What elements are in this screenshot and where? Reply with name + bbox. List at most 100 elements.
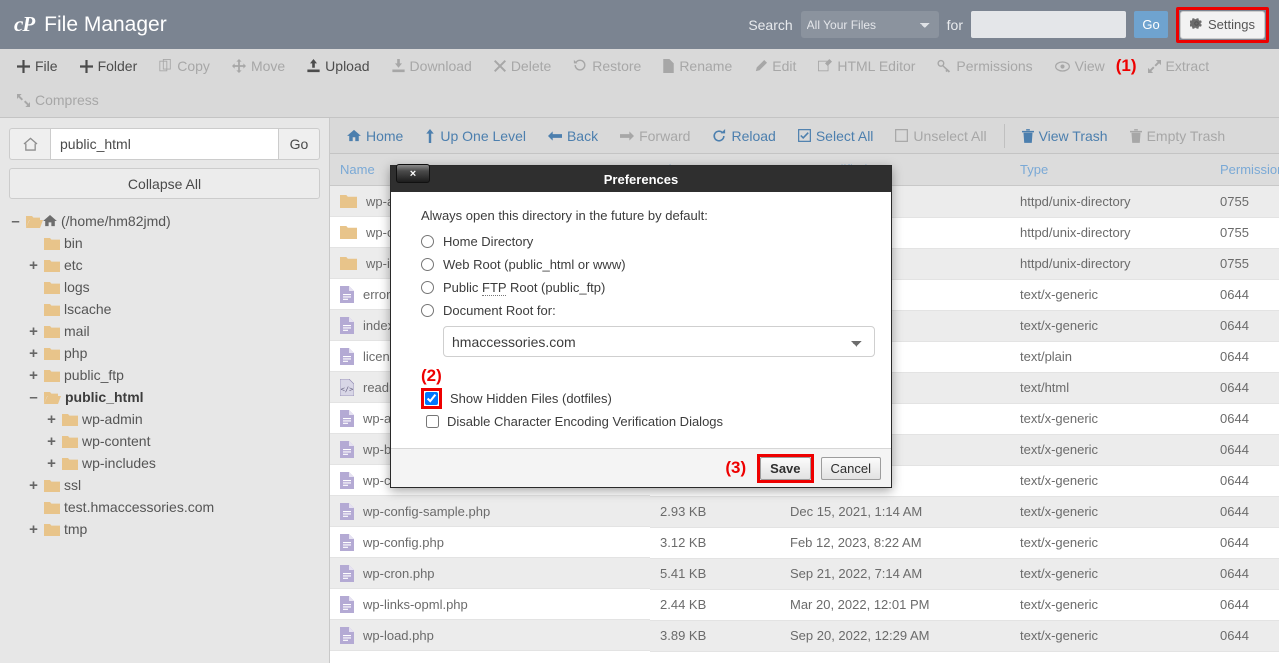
tree-node-label: ssl <box>64 477 82 493</box>
restore-button[interactable]: Restore <box>562 53 652 79</box>
radio-web-root[interactable]: Web Root (public_html or www) <box>421 257 861 272</box>
new-folder-button[interactable]: Folder <box>69 53 149 79</box>
file-permissions-cell: 0644 <box>1210 372 1279 404</box>
document-root-select[interactable]: hmaccessories.com <box>443 326 875 357</box>
checkbox-show-hidden-files[interactable]: Show Hidden Files (dotfiles) <box>421 388 861 409</box>
file-name-cell[interactable]: wp-config.php <box>330 527 650 558</box>
gear-icon <box>1189 17 1203 33</box>
search-go-button[interactable]: Go <box>1134 11 1169 38</box>
path-go-button[interactable]: Go <box>278 128 320 160</box>
expand-icon[interactable]: + <box>45 412 58 427</box>
expand-icon[interactable]: + <box>27 258 40 273</box>
table-row[interactable]: wp-config.php 3.12 KB Feb 12, 2023, 8:22 A… <box>330 527 1279 559</box>
new-file-button[interactable]: File <box>6 53 69 79</box>
nav-view-trash-button[interactable]: View Trash <box>1011 123 1119 149</box>
file-permissions-cell: 0755 <box>1210 248 1279 280</box>
nav-unselect-all-button[interactable]: Unselect All <box>884 123 997 149</box>
html-editor-button[interactable]: HTML Editor <box>807 53 926 79</box>
nav-empty-trash-button[interactable]: Empty Trash <box>1119 123 1237 149</box>
radio-public-ftp-root[interactable]: Public FTP Root (public_ftp) <box>421 280 861 296</box>
table-row[interactable]: wp-cron.php 5.41 KB Sep 21, 2022, 7:14 AM t… <box>330 558 1279 590</box>
file-size-cell: 5.41 KB <box>650 558 780 590</box>
nav-reload-button[interactable]: Reload <box>701 123 786 149</box>
expand-icon[interactable]: + <box>27 324 40 339</box>
file-name-cell[interactable]: wp-config-sample.php <box>330 496 650 527</box>
path-input[interactable] <box>50 128 278 160</box>
expand-icon[interactable]: + <box>27 478 40 493</box>
tree-node-etc[interactable]: + etc <box>9 254 320 276</box>
expand-icon[interactable]: + <box>27 522 40 537</box>
file-permissions-cell: 0644 <box>1210 558 1279 590</box>
show-hidden-files-checkbox[interactable] <box>425 392 438 405</box>
nav-select-all-button[interactable]: Select All <box>787 123 885 149</box>
column-header-type[interactable]: Type <box>1010 154 1210 186</box>
tree-node-label: public_ftp <box>64 367 124 383</box>
file-name-cell[interactable]: wp-cron.php <box>330 558 650 589</box>
radio-document-root-input[interactable] <box>421 304 434 317</box>
table-row[interactable]: wp-links-opml.php 2.44 KB Mar 20, 2022, 12… <box>330 589 1279 621</box>
expand-icon[interactable]: + <box>27 346 40 361</box>
copy-button[interactable]: Copy <box>148 53 221 79</box>
nav-up-button[interactable]: Up One Level <box>414 123 537 149</box>
tree-node-wp-includes[interactable]: + wp-includes <box>9 452 320 474</box>
edit-button[interactable]: Edit <box>743 53 807 79</box>
search-input[interactable] <box>971 11 1127 38</box>
tree-node-public-ftp[interactable]: + public_ftp <box>9 364 320 386</box>
tree-node-wp-admin[interactable]: + wp-admin <box>9 408 320 430</box>
nav-home-button[interactable]: Home <box>336 123 414 149</box>
expand-icon[interactable]: + <box>45 456 58 471</box>
expand-icon[interactable]: + <box>45 434 58 449</box>
file-modified-cell: Mar 20, 2022, 12:01 PM <box>780 589 1010 621</box>
copy-label: Copy <box>177 58 210 74</box>
tree-node--home-hm82jmd-[interactable]: – (/home/hm82jmd) <box>9 210 320 232</box>
radio-public-ftp-root-input[interactable] <box>421 281 434 294</box>
tree-node-php[interactable]: + php <box>9 342 320 364</box>
collapse-icon[interactable]: – <box>27 390 40 405</box>
expand-icon[interactable]: + <box>27 368 40 383</box>
view-button[interactable]: View <box>1044 53 1116 79</box>
permissions-button[interactable]: Permissions <box>926 53 1043 79</box>
rename-button[interactable]: Rename <box>652 53 743 79</box>
upload-button[interactable]: Upload <box>296 53 380 79</box>
radio-home-directory-input[interactable] <box>421 235 434 248</box>
home-icon[interactable] <box>9 128 50 160</box>
file-name-cell[interactable]: wp-links-opml.php <box>330 589 650 620</box>
tree-node-logs[interactable]: logs <box>9 276 320 298</box>
delete-button[interactable]: Delete <box>483 53 562 79</box>
extract-label: Extract <box>1165 58 1210 74</box>
tree-node-ssl[interactable]: + ssl <box>9 474 320 496</box>
radio-document-root[interactable]: Document Root for: <box>421 303 861 318</box>
table-row[interactable]: wp-config-sample.php 2.93 KB Dec 15, 2021,… <box>330 496 1279 528</box>
tree-node-tmp[interactable]: + tmp <box>9 518 320 540</box>
tree-node-lscache[interactable]: lscache <box>9 298 320 320</box>
collapse-all-button[interactable]: Collapse All <box>9 168 320 199</box>
tree-node-public-html[interactable]: – public_html <box>9 386 320 408</box>
download-button[interactable]: Download <box>381 53 483 79</box>
nav-forward-button[interactable]: Forward <box>609 123 701 149</box>
radio-home-directory[interactable]: Home Directory <box>421 234 861 249</box>
reload-icon <box>712 128 726 143</box>
settings-button[interactable]: Settings <box>1180 10 1265 39</box>
nav-back-button[interactable]: Back <box>537 123 609 149</box>
tree-node-test-hmaccessories-com[interactable]: test.hmaccessories.com <box>9 496 320 518</box>
file-name-label: wp-config-sample.php <box>363 503 491 519</box>
save-button[interactable]: Save <box>760 456 811 480</box>
folder-icon <box>62 435 78 448</box>
checkbox-disable-encoding-dialogs[interactable]: Disable Character Encoding Verification … <box>426 414 861 429</box>
radio-web-root-input[interactable] <box>421 258 434 271</box>
column-header-permissions[interactable]: Permissions <box>1210 154 1279 186</box>
tree-node-mail[interactable]: + mail <box>9 320 320 342</box>
disable-encoding-dialogs-checkbox[interactable] <box>426 415 439 428</box>
collapse-icon[interactable]: – <box>9 214 22 229</box>
close-icon[interactable]: × <box>396 164 430 183</box>
search-scope-select[interactable]: All Your Files <box>800 11 939 38</box>
table-row[interactable]: wp-load.php 3.89 KB Sep 20, 2022, 12:29 AM… <box>330 620 1279 652</box>
tree-node-bin[interactable]: bin <box>9 232 320 254</box>
move-button[interactable]: Move <box>221 53 296 79</box>
compress-button[interactable]: Compress <box>6 87 110 113</box>
file-name-cell[interactable]: wp-load.php <box>330 620 650 651</box>
left-arrow-icon <box>547 130 562 142</box>
cancel-button[interactable]: Cancel <box>820 456 881 480</box>
extract-button[interactable]: Extract <box>1137 53 1221 79</box>
tree-node-wp-content[interactable]: + wp-content <box>9 430 320 452</box>
